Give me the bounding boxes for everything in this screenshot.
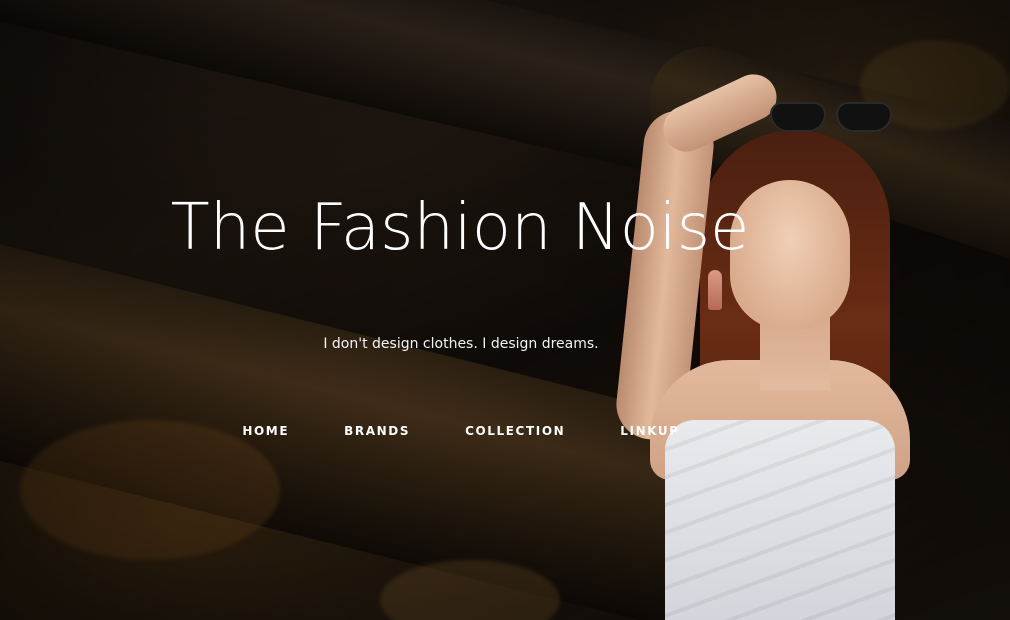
nav-brands[interactable]: BRANDS bbox=[344, 424, 410, 438]
nav-collection[interactable]: COLLECTION bbox=[465, 424, 565, 438]
main-nav: HOME BRANDS COLLECTION LINKUP bbox=[0, 424, 922, 438]
nav-home[interactable]: HOME bbox=[242, 424, 289, 438]
site-title: The Fashion Noise bbox=[170, 191, 750, 265]
nav-linkup[interactable]: LINKUP bbox=[620, 424, 679, 438]
sunglasses bbox=[770, 98, 900, 138]
site-tagline: I don't design clothes. I design dreams. bbox=[323, 336, 599, 352]
model-dress bbox=[665, 420, 895, 620]
hero-section: The Fashion Noise I don't design clothes… bbox=[0, 0, 1010, 620]
earring bbox=[708, 270, 722, 310]
